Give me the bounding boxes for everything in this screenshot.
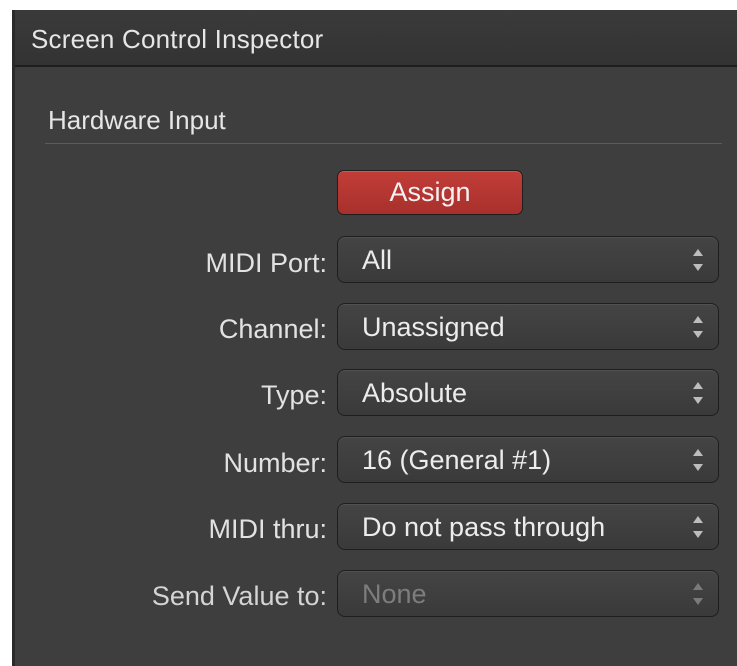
type-popup[interactable]: Absolute [337, 369, 719, 416]
midi-thru-label: MIDI thru: [208, 514, 327, 544]
number-value: 16 (General #1) [362, 445, 552, 475]
number-popup[interactable]: 16 (General #1) [337, 436, 719, 483]
midi-port-popup[interactable]: All [337, 236, 719, 283]
channel-value: Unassigned [362, 312, 505, 342]
channel-label: Channel: [218, 314, 327, 344]
section-divider [45, 143, 722, 144]
up-down-chevrons-icon [692, 316, 704, 338]
send-value-to-popup: None [337, 570, 719, 617]
screen-control-inspector-panel: Screen Control Inspector Hardware Input … [12, 10, 737, 666]
inspector-title-bar: Screen Control Inspector [15, 10, 737, 67]
midi-port-value: All [362, 245, 393, 275]
channel-popup[interactable]: Unassigned [337, 303, 719, 350]
inspector-title: Screen Control Inspector [31, 24, 324, 54]
up-down-chevrons-icon [692, 449, 704, 471]
up-down-chevrons-icon [692, 516, 704, 538]
up-down-chevrons-icon [692, 249, 704, 271]
send-value-to-value: None [362, 579, 427, 609]
midi-port-label: MIDI Port: [205, 248, 327, 278]
midi-thru-popup[interactable]: Do not pass through [337, 503, 719, 550]
up-down-chevrons-icon [692, 583, 704, 605]
up-down-chevrons-icon [692, 382, 704, 404]
assign-button[interactable]: Assign [337, 170, 523, 215]
send-value-to-label: Send Value to: [151, 581, 327, 611]
section-title-hardware-input: Hardware Input [48, 105, 226, 135]
type-value: Absolute [362, 378, 468, 408]
type-label: Type: [260, 380, 327, 410]
number-label: Number: [223, 448, 327, 478]
midi-thru-value: Do not pass through [362, 512, 606, 542]
